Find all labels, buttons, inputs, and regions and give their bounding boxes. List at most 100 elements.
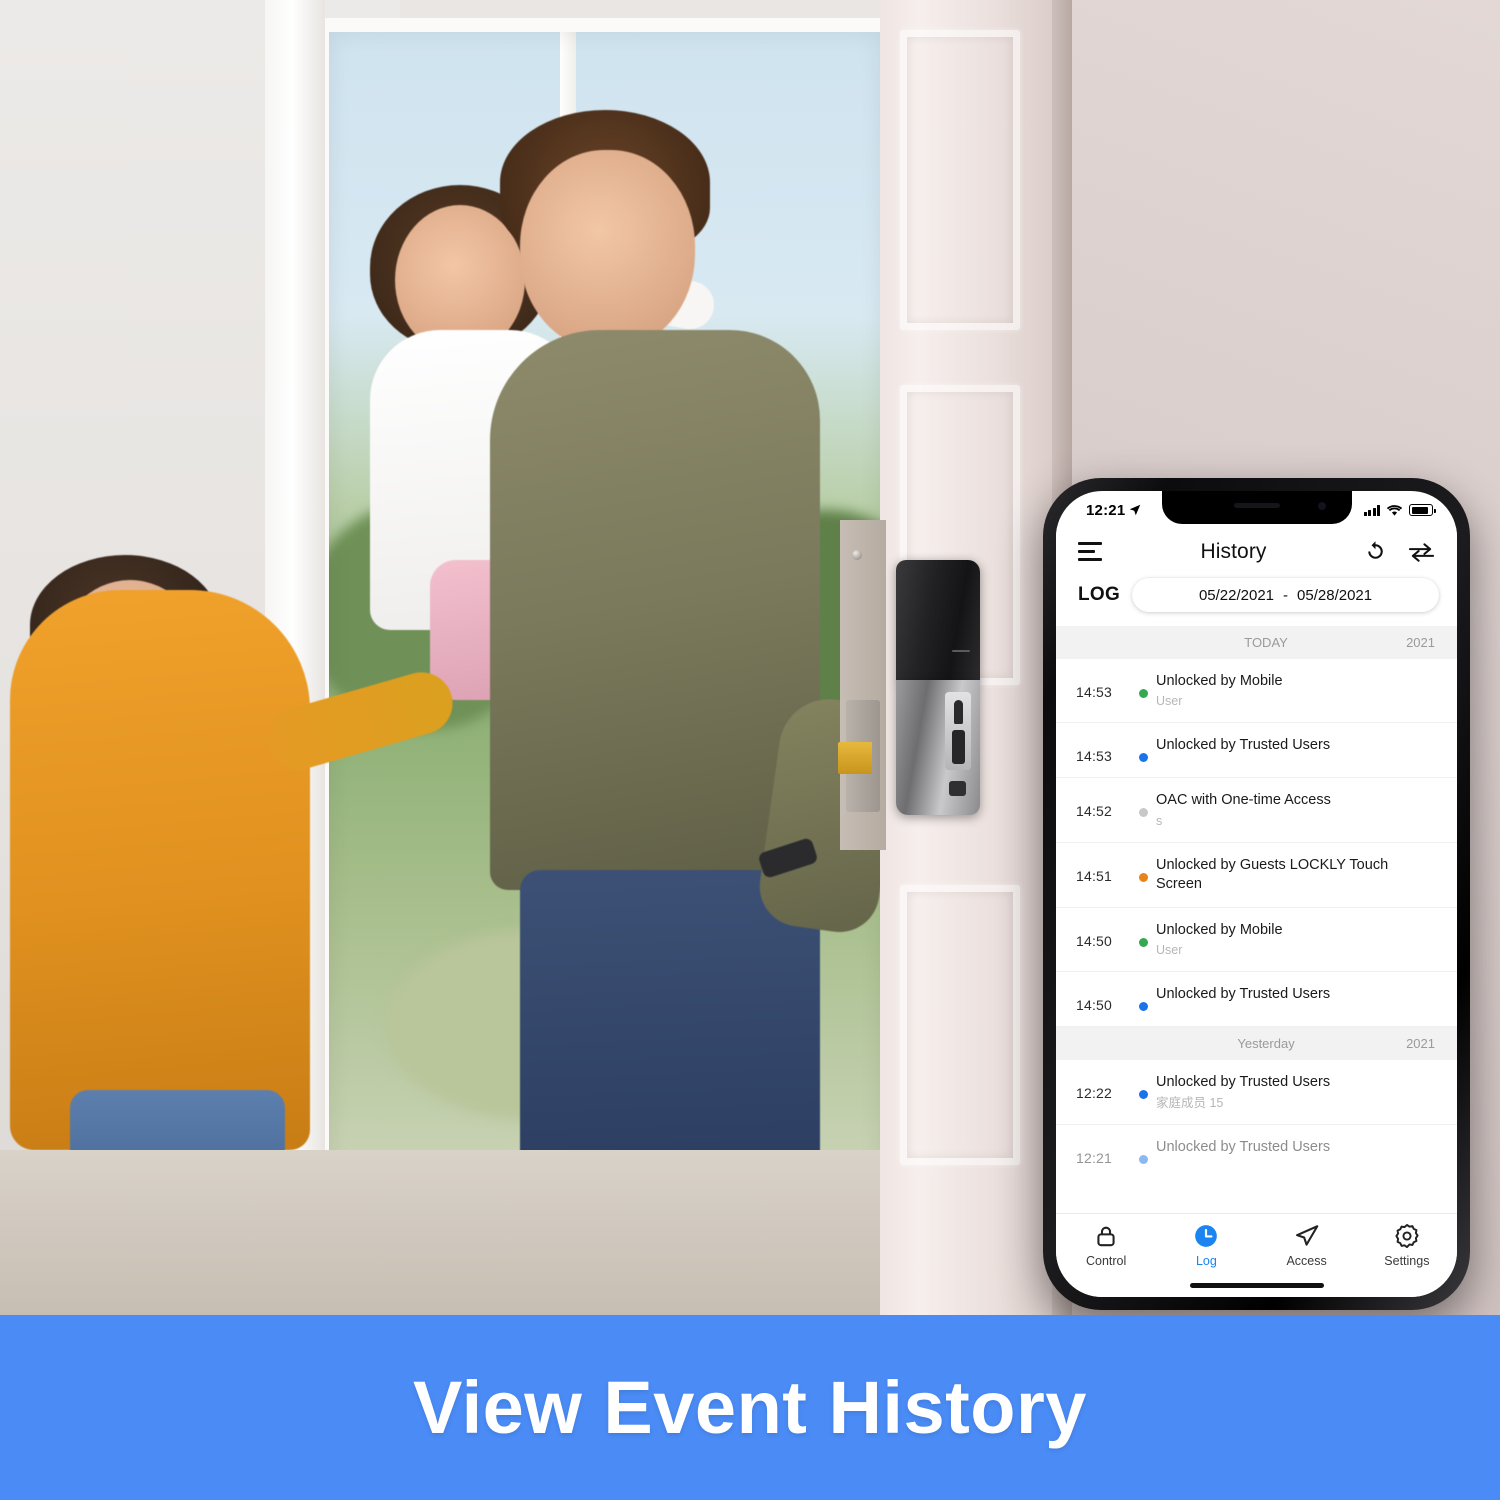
log-entry-time: 14:50 <box>1076 933 1113 950</box>
log-entry-time: 14:52 <box>1076 803 1113 820</box>
log-entry-time: 12:21 <box>1076 1149 1113 1166</box>
status-dot-icon <box>1138 808 1148 818</box>
log-entry-row[interactable]: 12:21 Unlocked by Trusted Users <box>1056 1124 1457 1171</box>
log-entry-title: Unlocked by Trusted Users <box>1156 1138 1331 1155</box>
log-entry-text: Unlocked by Trusted Users <box>1156 736 1439 755</box>
paper-plane-icon <box>1295 1225 1318 1246</box>
log-entry-row[interactable]: 14:50 Unlocked by Mobile User <box>1056 908 1457 973</box>
tab-access-label: Access <box>1286 1254 1327 1268</box>
status-bar: 12:21 <box>1056 491 1457 527</box>
gear-icon <box>1395 1223 1419 1249</box>
log-entry-title: Unlocked by Guests LOCKLY Touch Screen <box>1156 856 1389 892</box>
date-range-separator: - <box>1283 586 1289 604</box>
tab-log[interactable]: Log <box>1156 1223 1256 1268</box>
log-entry-title: Unlocked by Mobile <box>1156 673 1283 689</box>
log-entry-text: Unlocked by Mobile User <box>1156 672 1439 709</box>
log-entry-status-dot-wrap <box>1130 791 1156 818</box>
status-dot-icon <box>1138 1090 1148 1100</box>
status-dot-icon <box>1138 689 1148 698</box>
log-entry-text: Unlocked by Mobile User <box>1156 921 1439 958</box>
battery-icon <box>1409 504 1436 516</box>
cellular-signal-icon <box>1363 504 1380 516</box>
log-entry-status-dot-wrap <box>1130 736 1156 763</box>
log-entry-text: OAC with One-time Access s <box>1156 791 1439 828</box>
log-entry-status-dot-wrap <box>1130 672 1156 698</box>
smart-lock-device <box>896 560 980 815</box>
log-entry-subtitle: s <box>1156 813 1163 828</box>
log-entry-status-dot-wrap <box>1130 1138 1156 1164</box>
tab-control-label: Control <box>1085 1254 1127 1268</box>
log-entry-time: 12:22 <box>1076 1085 1113 1102</box>
log-label: LOG <box>1078 584 1121 605</box>
log-entry-row[interactable]: 14:53 Unlocked by Trusted Users <box>1056 723 1457 779</box>
log-entry-title: OAC with One-time Access <box>1156 792 1331 809</box>
home-indicator <box>1189 1283 1324 1288</box>
log-section-year: 2021 <box>1406 1036 1435 1052</box>
date-range-start: 05/22/2021 <box>1198 586 1275 604</box>
lock-icon <box>1097 1226 1115 1247</box>
status-bar-time: 12:21 <box>1086 501 1126 519</box>
status-dot-icon <box>1138 938 1148 948</box>
app-nav-bar: History <box>1056 527 1457 574</box>
promo-banner: View Event History <box>0 1315 1500 1500</box>
refresh-icon[interactable] <box>1363 539 1388 564</box>
swap-arrows-icon[interactable] <box>1408 541 1435 563</box>
log-entry-time: 14:53 <box>1076 684 1113 700</box>
date-range-picker[interactable]: 05/22/2021 - 05/28/2021 <box>1132 578 1439 612</box>
log-entry-status-dot-wrap <box>1130 921 1156 948</box>
log-section-title: Yesterday <box>1237 1036 1295 1052</box>
keyhole-icon <box>954 700 963 724</box>
log-entry-title: Unlocked by Mobile <box>1156 922 1283 939</box>
bottom-tab-bar: Control Log Access Settings <box>1056 1213 1457 1297</box>
log-entry-title: Unlocked by Trusted Users <box>1156 1074 1331 1091</box>
log-entry-text: Unlocked by Guests LOCKLY Touch Screen <box>1156 856 1439 895</box>
clock-icon <box>1195 1225 1218 1247</box>
smartphone-mockup: 12:21 History LOG 05/22/2021 - 05/28/202… <box>1043 478 1470 1310</box>
page-title: History <box>1200 539 1267 563</box>
log-entry-text: Unlocked by Trusted Users <box>1156 1138 1439 1157</box>
deadbolt-latch <box>838 742 872 774</box>
log-section-header: TODAY 2021 <box>1056 626 1457 659</box>
tab-access[interactable]: Access <box>1257 1223 1357 1268</box>
log-entry-title: Unlocked by Trusted Users <box>1156 737 1331 754</box>
tab-settings[interactable]: Settings <box>1357 1223 1457 1268</box>
lock-brand-logo <box>949 781 966 796</box>
log-entry-text: Unlocked by Trusted Users 家庭成员 15 <box>1156 1073 1439 1110</box>
log-header: LOG 05/22/2021 - 05/28/2021 <box>1056 574 1457 626</box>
location-arrow-icon <box>1130 504 1141 516</box>
log-entry-row[interactable]: 14:52 OAC with One-time Access s <box>1056 778 1457 843</box>
log-entry-time: 14:50 <box>1076 997 1113 1014</box>
log-entry-row[interactable]: 14:51 Unlocked by Guests LOCKLY Touch Scr… <box>1056 842 1457 909</box>
tab-control[interactable]: Control <box>1056 1223 1156 1268</box>
log-section-year: 2021 <box>1406 635 1435 650</box>
status-dot-icon <box>1138 753 1148 763</box>
tab-settings-label: Settings <box>1384 1254 1430 1268</box>
log-entry-subtitle: User <box>1156 943 1183 958</box>
log-entry-status-dot-wrap <box>1130 985 1156 1012</box>
status-dot-icon <box>1138 1154 1148 1164</box>
phone-screen: 12:21 History LOG 05/22/2021 - 05/28/202… <box>1056 491 1457 1297</box>
log-entry-row[interactable]: 14:50 Unlocked by Trusted Users <box>1056 972 1457 1028</box>
wifi-icon <box>1386 504 1403 516</box>
log-entry-subtitle: User <box>1156 694 1183 709</box>
status-dot-icon <box>1138 872 1148 882</box>
log-entry-status-dot-wrap <box>1130 1073 1156 1100</box>
log-entry-subtitle: 家庭成员 15 <box>1156 1095 1224 1110</box>
hamburger-menu-icon[interactable] <box>1078 542 1104 561</box>
log-entry-row[interactable]: 14:53 Unlocked by Mobile User <box>1056 659 1457 724</box>
status-bar-indicators <box>1363 504 1436 517</box>
log-entry-row[interactable]: 12:22 Unlocked by Trusted Users 家庭成员 15 <box>1056 1060 1457 1125</box>
promo-banner-text: View Event History <box>413 1366 1087 1449</box>
log-entry-status-dot-wrap <box>1130 856 1156 882</box>
log-entry-text: Unlocked by Trusted Users <box>1156 985 1439 1004</box>
log-entry-title: Unlocked by Trusted Users <box>1156 986 1331 1003</box>
log-entry-time: 14:51 <box>1076 867 1113 884</box>
log-section-title: TODAY <box>1244 635 1288 650</box>
log-section-header: Yesterday 2021 <box>1056 1027 1457 1061</box>
tab-log-label: Log <box>1195 1254 1217 1268</box>
nav-actions <box>1363 539 1435 564</box>
status-dot-icon <box>1138 1002 1148 1012</box>
date-range-end: 05/28/2021 <box>1297 586 1373 604</box>
event-log-list[interactable]: TODAY 2021 14:53 Unlocked by Mobile User 14:5… <box>1056 626 1457 1171</box>
log-entry-time: 14:53 <box>1076 748 1113 765</box>
